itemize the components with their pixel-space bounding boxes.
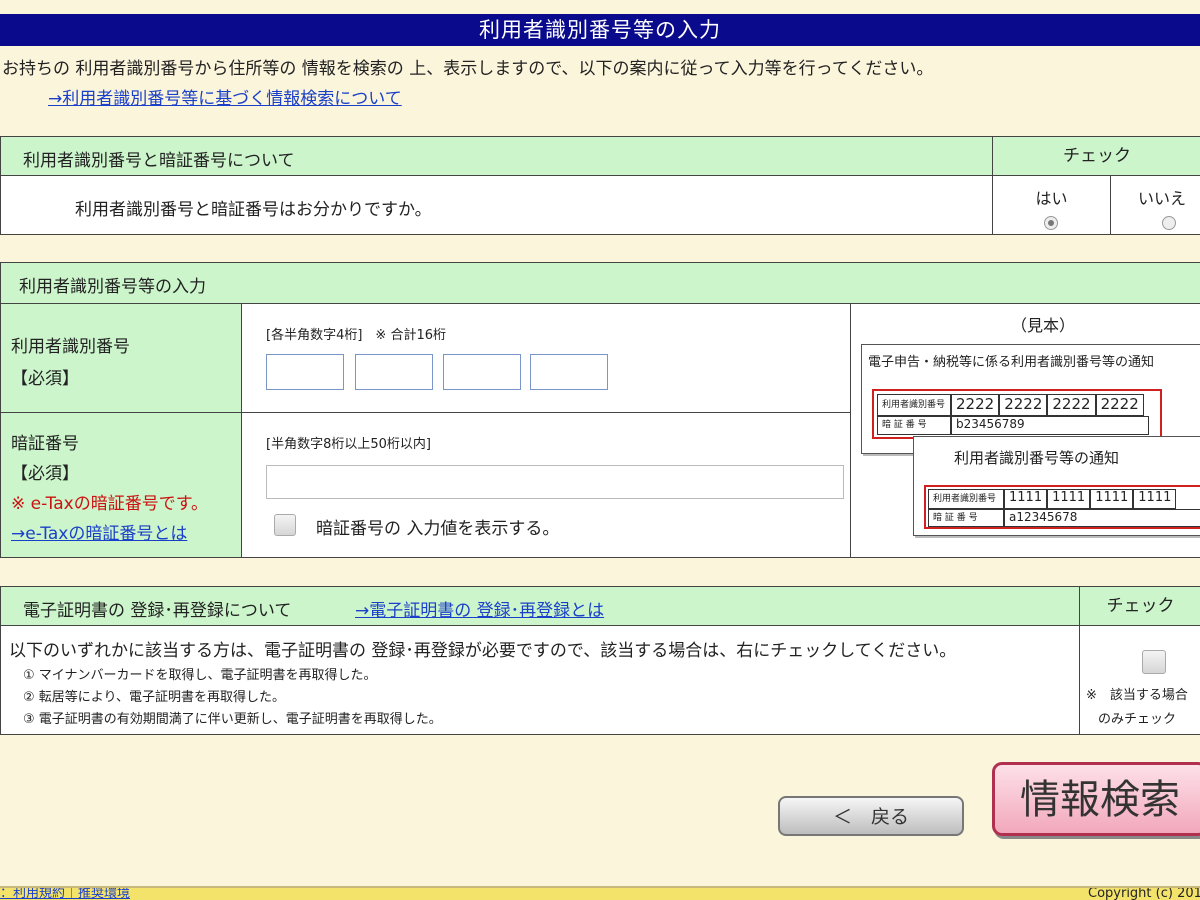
- back-button[interactable]: ＜ 戻る: [778, 796, 964, 836]
- no-option-cell: いいえ: [1110, 175, 1200, 235]
- pin-note: ※ e-Taxの暗証番号です。: [11, 494, 209, 514]
- no-label: いいえ: [1137, 189, 1186, 208]
- sample-card-2-id-4: 1111: [1133, 489, 1177, 509]
- pin-label: 暗証番号: [11, 434, 79, 454]
- sample-card-1-pin: b23456789: [951, 416, 1149, 435]
- user-id-required: 【必須】: [11, 369, 79, 389]
- sample-card-2-row2-label: 暗 証 番 号: [928, 509, 1004, 527]
- sample-card-1-row2-label: 暗 証 番 号: [877, 416, 951, 435]
- sample-card-1-id-2: 2222: [999, 394, 1048, 416]
- show-pin-checkbox[interactable]: [274, 514, 296, 536]
- user-id-input-3[interactable]: [443, 354, 521, 390]
- section3-body: 以下のいずれかに該当する方は、電子証明書の 登録･再登録が必要ですので、該当する…: [9, 641, 957, 661]
- yes-option-cell: はい: [992, 175, 1111, 235]
- section3-item-1: ① マイナンバーカードを取得し、電子証明書を再取得した。: [23, 668, 377, 683]
- info-search-help-link[interactable]: →利用者識別番号等に基づく情報検索について: [48, 84, 402, 109]
- section1-check-header: チェック: [992, 136, 1200, 176]
- user-id-input-4[interactable]: [530, 354, 608, 390]
- section1-header-label: 利用者識別番号と暗証番号について: [23, 151, 295, 171]
- sample-card-2-table: 利用者識別番号 1111 1111 1111 1111 暗 証 番 号 a123…: [924, 485, 1200, 529]
- user-id-input-2[interactable]: [355, 354, 433, 390]
- certificate-checkbox[interactable]: [1142, 650, 1166, 674]
- footer-links[interactable]: ：利用規約｜推奨環境: [0, 888, 130, 900]
- section3-header-label: 電子証明書の 登録･再登録について: [23, 601, 292, 621]
- sample-card-1-id-3: 2222: [1047, 394, 1096, 416]
- sample-card-2-heading: 利用者識別番号等の通知: [954, 449, 1120, 467]
- yes-radio[interactable]: [1044, 216, 1058, 230]
- sample-card-1-table: 利用者識別番号 2222 2222 2222 2222 暗 証 番 号 b234…: [872, 389, 1162, 439]
- sample-card-1-id-1: 2222: [951, 394, 1000, 416]
- section3-body-cell: 以下のいずれかに該当する方は、電子証明書の 登録･再登録が必要ですので、該当する…: [0, 625, 1080, 735]
- section3-item-3: ③ 電子証明書の有効期間満了に伴い更新し、電子証明書を再取得した。: [23, 712, 442, 727]
- sample-card-2-pin: a12345678: [1004, 509, 1200, 527]
- sample-title: （見本）: [1011, 316, 1076, 335]
- page-title: 利用者識別番号等の入力: [0, 14, 1200, 46]
- section3-check-note-2: のみチェック: [1098, 712, 1177, 727]
- section1-question: 利用者識別番号と暗証番号はお分かりですか。: [75, 200, 432, 220]
- sample-card-1-id-4: 2222: [1095, 394, 1144, 416]
- pin-label-cell: 暗証番号 【必須】 ※ e-Taxの暗証番号です。 →e-Taxの暗証番号とは: [0, 412, 242, 558]
- section1-header: 利用者識別番号と暗証番号について: [0, 136, 993, 176]
- footer: ：利用規約｜推奨環境 Copyright (c) 201: [0, 888, 1200, 900]
- sample-card-2-row1-label: 利用者識別番号: [928, 489, 1004, 509]
- section1-question-cell: 利用者識別番号と暗証番号はお分かりですか。: [0, 175, 993, 235]
- user-id-input-1[interactable]: [266, 354, 344, 390]
- user-id-label: 利用者識別番号: [11, 337, 130, 357]
- pin-help-link[interactable]: →e-Taxの暗証番号とは: [11, 519, 187, 544]
- footer-copyright: Copyright (c) 201: [1088, 888, 1200, 900]
- sample-card-2-id-2: 1111: [1047, 489, 1091, 509]
- section3-check-note-1: ※ 該当する場合: [1086, 688, 1188, 703]
- no-radio[interactable]: [1162, 216, 1176, 230]
- sample-cell: （見本） 電子申告・納税等に係る利用者識別番号等の通知 利用者識別番号 2222…: [850, 303, 1200, 558]
- user-id-hint: [各半角数字4桁] ※ 合計16桁: [266, 328, 446, 343]
- show-pin-label: 暗証番号の 入力値を表示する。: [316, 519, 560, 539]
- section3-header: 電子証明書の 登録･再登録について →電子証明書の 登録･再登録とは: [0, 586, 1080, 626]
- pin-required: 【必須】: [11, 464, 79, 484]
- sample-card-1-row1-label: 利用者識別番号: [877, 394, 951, 416]
- info-search-button[interactable]: 情報検索: [992, 762, 1200, 836]
- section3-check-header-label: チェック: [1106, 596, 1175, 616]
- user-id-input-cell: [各半角数字4桁] ※ 合計16桁: [241, 303, 851, 413]
- section2-header-label: 利用者識別番号等の入力: [19, 277, 206, 297]
- sample-card-2: 利用者識別番号等の通知 利用者識別番号 1111 1111 1111 1111 …: [913, 436, 1200, 536]
- pin-hint: [半角数字8桁以上50桁以内]: [266, 437, 431, 452]
- section2-header: 利用者識別番号等の入力: [0, 262, 1200, 304]
- certificate-help-link[interactable]: →電子証明書の 登録･再登録とは: [355, 596, 604, 621]
- section3-check-cell: ※ 該当する場合 のみチェック: [1079, 625, 1200, 735]
- section1-check-header-label: チェック: [1063, 146, 1131, 166]
- sample-card-2-id-1: 1111: [1004, 489, 1048, 509]
- intro-text: お持ちの 利用者識別番号から住所等の 情報を検索の 上、表示しますので、以下の案…: [2, 59, 934, 79]
- pin-input-cell: [半角数字8桁以上50桁以内] 暗証番号の 入力値を表示する。: [241, 412, 851, 558]
- section3-item-2: ② 転居等により、電子証明書を再取得した。: [23, 690, 286, 705]
- yes-label: はい: [1035, 189, 1068, 208]
- sample-card-1-heading: 電子申告・納税等に係る利用者識別番号等の通知: [868, 355, 1155, 370]
- section3-check-header: チェック: [1079, 586, 1200, 626]
- user-id-label-cell: 利用者識別番号 【必須】: [0, 303, 242, 413]
- pin-input[interactable]: [266, 465, 844, 499]
- sample-card-2-id-3: 1111: [1090, 489, 1134, 509]
